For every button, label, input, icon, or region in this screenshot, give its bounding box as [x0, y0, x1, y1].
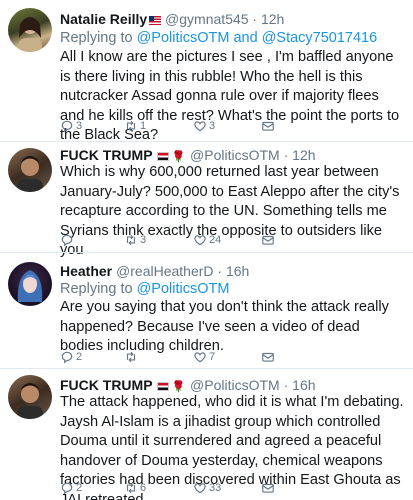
tweet-header: Natalie Reilly @gymnat545 · 12h	[60, 10, 407, 28]
like-icon	[194, 483, 206, 494]
retweet-button[interactable]	[124, 350, 140, 364]
retweet-button[interactable]: 1	[124, 119, 146, 133]
reply-icon	[61, 482, 73, 495]
display-name[interactable]: FUCK TRUMP	[60, 147, 153, 163]
share-button[interactable]	[261, 119, 275, 133]
retweet-count: 3	[140, 234, 147, 246]
avatar[interactable]	[8, 375, 52, 419]
timestamp[interactable]: 12h	[261, 11, 284, 27]
share-icon	[262, 235, 274, 245]
reply-button[interactable]: 2	[60, 350, 82, 364]
retweet-count: 6	[140, 482, 147, 494]
replying-to-line: Replying to @PoliticsOTM and @Stacy75017…	[60, 29, 377, 47]
tweet-4[interactable]: FUCK TRUMP 🌹 @PoliticsOTM · 16h The atta…	[0, 369, 413, 500]
share-icon	[262, 121, 274, 131]
retweet-icon	[126, 351, 136, 363]
share-icon	[262, 483, 274, 493]
reply-count: 3	[76, 120, 83, 132]
share-button[interactable]	[261, 233, 275, 247]
egypt-flag-icon	[157, 382, 170, 391]
like-button[interactable]: 3	[193, 119, 215, 133]
separator-dot: ·	[217, 263, 223, 279]
reply-icon	[61, 234, 73, 247]
like-count: 33	[209, 482, 222, 494]
tweet-actions: 3 24	[60, 233, 400, 249]
avatar[interactable]	[8, 8, 52, 52]
separator-dot: ·	[283, 147, 289, 163]
user-handle[interactable]: @PoliticsOTM	[190, 147, 280, 163]
like-button[interactable]: 33	[193, 481, 221, 495]
like-icon	[194, 121, 206, 132]
timestamp[interactable]: 16h	[292, 377, 315, 393]
reply-button[interactable]	[60, 233, 76, 247]
retweet-icon	[126, 120, 136, 132]
user-handle[interactable]: @gymnat545	[165, 11, 248, 27]
like-button[interactable]: 24	[193, 233, 221, 247]
tweet-text: Are you saying that you don't think the …	[60, 299, 389, 354]
share-button[interactable]	[261, 481, 275, 495]
separator-dot: ·	[252, 11, 258, 27]
reply-count: 2	[76, 351, 83, 363]
replying-to-line: Replying to @PoliticsOTM	[60, 280, 229, 298]
tweet-3[interactable]: Heather @realHeatherD · 16h Replying to …	[0, 253, 413, 368]
reply-button[interactable]: 2	[60, 481, 82, 495]
like-button[interactable]: 7	[193, 350, 215, 364]
user-handle[interactable]: @PoliticsOTM	[190, 377, 280, 393]
tweet-actions: 2 6 33	[60, 481, 400, 497]
user-handle[interactable]: @realHeatherD	[116, 263, 213, 279]
retweet-button[interactable]: 3	[124, 233, 146, 247]
like-count: 24	[209, 234, 222, 246]
retweet-button[interactable]: 6	[124, 481, 146, 495]
avatar[interactable]	[8, 148, 52, 192]
like-icon	[194, 352, 206, 363]
display-name[interactable]: FUCK TRUMP	[60, 377, 153, 393]
us-flag-icon	[149, 16, 162, 25]
tweet-actions: 3 1 3	[60, 119, 400, 135]
like-count: 7	[209, 351, 216, 363]
like-count: 3	[209, 120, 216, 132]
share-button[interactable]	[261, 350, 275, 364]
replying-prefix: Replying to	[60, 281, 133, 297]
timestamp[interactable]: 16h	[226, 263, 249, 279]
reply-icon	[61, 351, 73, 364]
reply-icon	[61, 120, 73, 133]
like-icon	[194, 235, 206, 246]
egypt-flag-icon	[157, 152, 170, 161]
retweet-icon	[126, 234, 136, 246]
replying-to-handles[interactable]: @PoliticsOTM	[137, 281, 230, 297]
reply-button[interactable]: 3	[60, 119, 82, 133]
tweet-1[interactable]: Natalie Reilly @gymnat545 · 12h Replying…	[0, 0, 413, 143]
reply-count: 2	[76, 482, 83, 494]
share-icon	[262, 352, 274, 362]
display-name[interactable]: Heather	[60, 263, 112, 279]
retweet-count: 1	[140, 120, 147, 132]
timestamp[interactable]: 12h	[292, 147, 315, 163]
tweet-header: Heather @realHeatherD · 16h	[60, 262, 407, 280]
separator-dot: ·	[283, 377, 289, 393]
tweet-actions: 2 7	[60, 350, 400, 366]
display-name[interactable]: Natalie Reilly	[60, 11, 147, 27]
replying-to-handles[interactable]: @PoliticsOTM and @Stacy75017416	[137, 30, 378, 46]
tweet-2[interactable]: FUCK TRUMP 🌹 @PoliticsOTM · 12h Which is…	[0, 142, 413, 258]
replying-prefix: Replying to	[60, 30, 133, 46]
avatar[interactable]	[8, 262, 52, 306]
retweet-icon	[126, 482, 136, 494]
